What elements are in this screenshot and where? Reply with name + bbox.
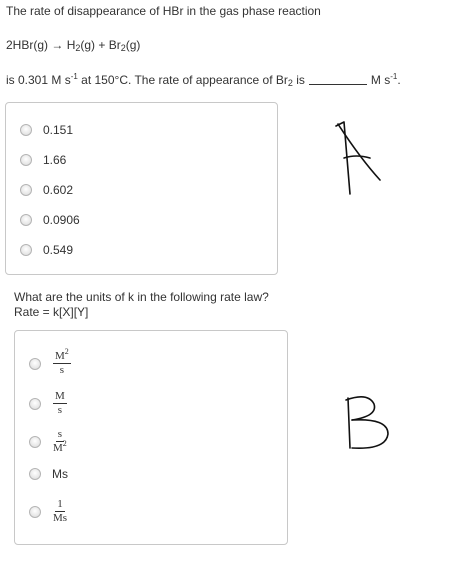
prompt-sup-a: -1 <box>70 72 78 81</box>
q2-prompt-line1: What are the units of k in the following… <box>14 290 269 304</box>
handwritten-b-annotation <box>345 396 389 450</box>
fraction-denominator: s <box>59 364 65 376</box>
fraction-m2-per-s: M2 s <box>53 347 71 376</box>
fraction-denominator: M2 <box>53 439 67 454</box>
q1-option-1[interactable]: 0.151 <box>20 123 73 137</box>
fraction-denominator: s <box>57 404 63 416</box>
option-label: 1.66 <box>43 153 67 167</box>
option-label: Ms <box>52 467 68 481</box>
radio-button[interactable] <box>20 184 32 196</box>
q1-option-3[interactable]: 0.602 <box>20 183 73 197</box>
radio-button[interactable] <box>20 214 32 226</box>
q2-option-2[interactable]: M s <box>29 391 67 416</box>
reaction-h-suffix: (g) + Br <box>80 38 121 52</box>
prompt-is: is <box>292 73 305 87</box>
fraction-numerator: M2 <box>53 347 71 364</box>
answer-blank <box>308 74 367 85</box>
q1-prompt-line1: The rate of disappearance of HBr in the … <box>6 4 321 18</box>
radio-button[interactable] <box>20 124 32 136</box>
radio-button[interactable] <box>20 244 32 256</box>
reaction-arrow: → <box>51 38 64 52</box>
option-label: 0.151 <box>43 123 74 137</box>
fraction-s-per-m2: s M2 <box>53 429 67 454</box>
fraction-1-per-ms: 1 Ms <box>53 499 67 524</box>
prompt-rate: is 0.301 M s <box>6 73 71 87</box>
q1-option-5[interactable]: 0.549 <box>20 243 73 257</box>
prompt-mid: at 150°C. The rate of appearance of Br <box>77 73 288 87</box>
q1-prompt-line3: is 0.301 M s-1 at 150°C. The rate of app… <box>6 72 401 88</box>
q2-options-box: M2 s M s s M2 Ms 1 Ms <box>14 330 288 545</box>
option-label: 0.602 <box>43 183 74 197</box>
fraction-numerator: 1 <box>55 498 65 512</box>
option-label: 0.0906 <box>43 213 80 227</box>
fraction-numerator: M <box>53 390 67 404</box>
reaction-lhs: 2HBr(g) <box>6 38 49 52</box>
q2-option-1[interactable]: M2 s <box>29 347 71 376</box>
fraction-m-per-s: M s <box>53 391 67 416</box>
radio-button[interactable] <box>29 357 41 370</box>
prompt-unit: M s <box>370 73 391 87</box>
fraction-denominator: Ms <box>53 512 68 524</box>
q2-option-4[interactable]: Ms <box>29 467 68 481</box>
q1-option-4[interactable]: 0.0906 <box>20 213 80 227</box>
radio-button[interactable] <box>29 468 41 480</box>
q1-options-box: 0.151 1.66 0.602 0.0906 0.549 <box>5 102 278 275</box>
q2-option-5[interactable]: 1 Ms <box>29 499 67 524</box>
handwritten-a-annotation <box>335 121 381 195</box>
q1-option-2[interactable]: 1.66 <box>20 153 66 167</box>
q2-prompt-line2: Rate = k[X][Y] <box>14 305 89 319</box>
prompt-period: . <box>397 73 401 87</box>
radio-button[interactable] <box>20 154 32 166</box>
radio-button[interactable] <box>29 397 41 410</box>
q1-reaction: 2HBr(g) → H2(g) + Br2(g) <box>6 38 141 53</box>
reaction-br-suffix: (g) <box>125 38 141 52</box>
radio-button[interactable] <box>29 435 41 448</box>
radio-button[interactable] <box>29 505 41 518</box>
option-label: 0.549 <box>43 243 74 257</box>
q2-option-3[interactable]: s M2 <box>29 429 67 454</box>
